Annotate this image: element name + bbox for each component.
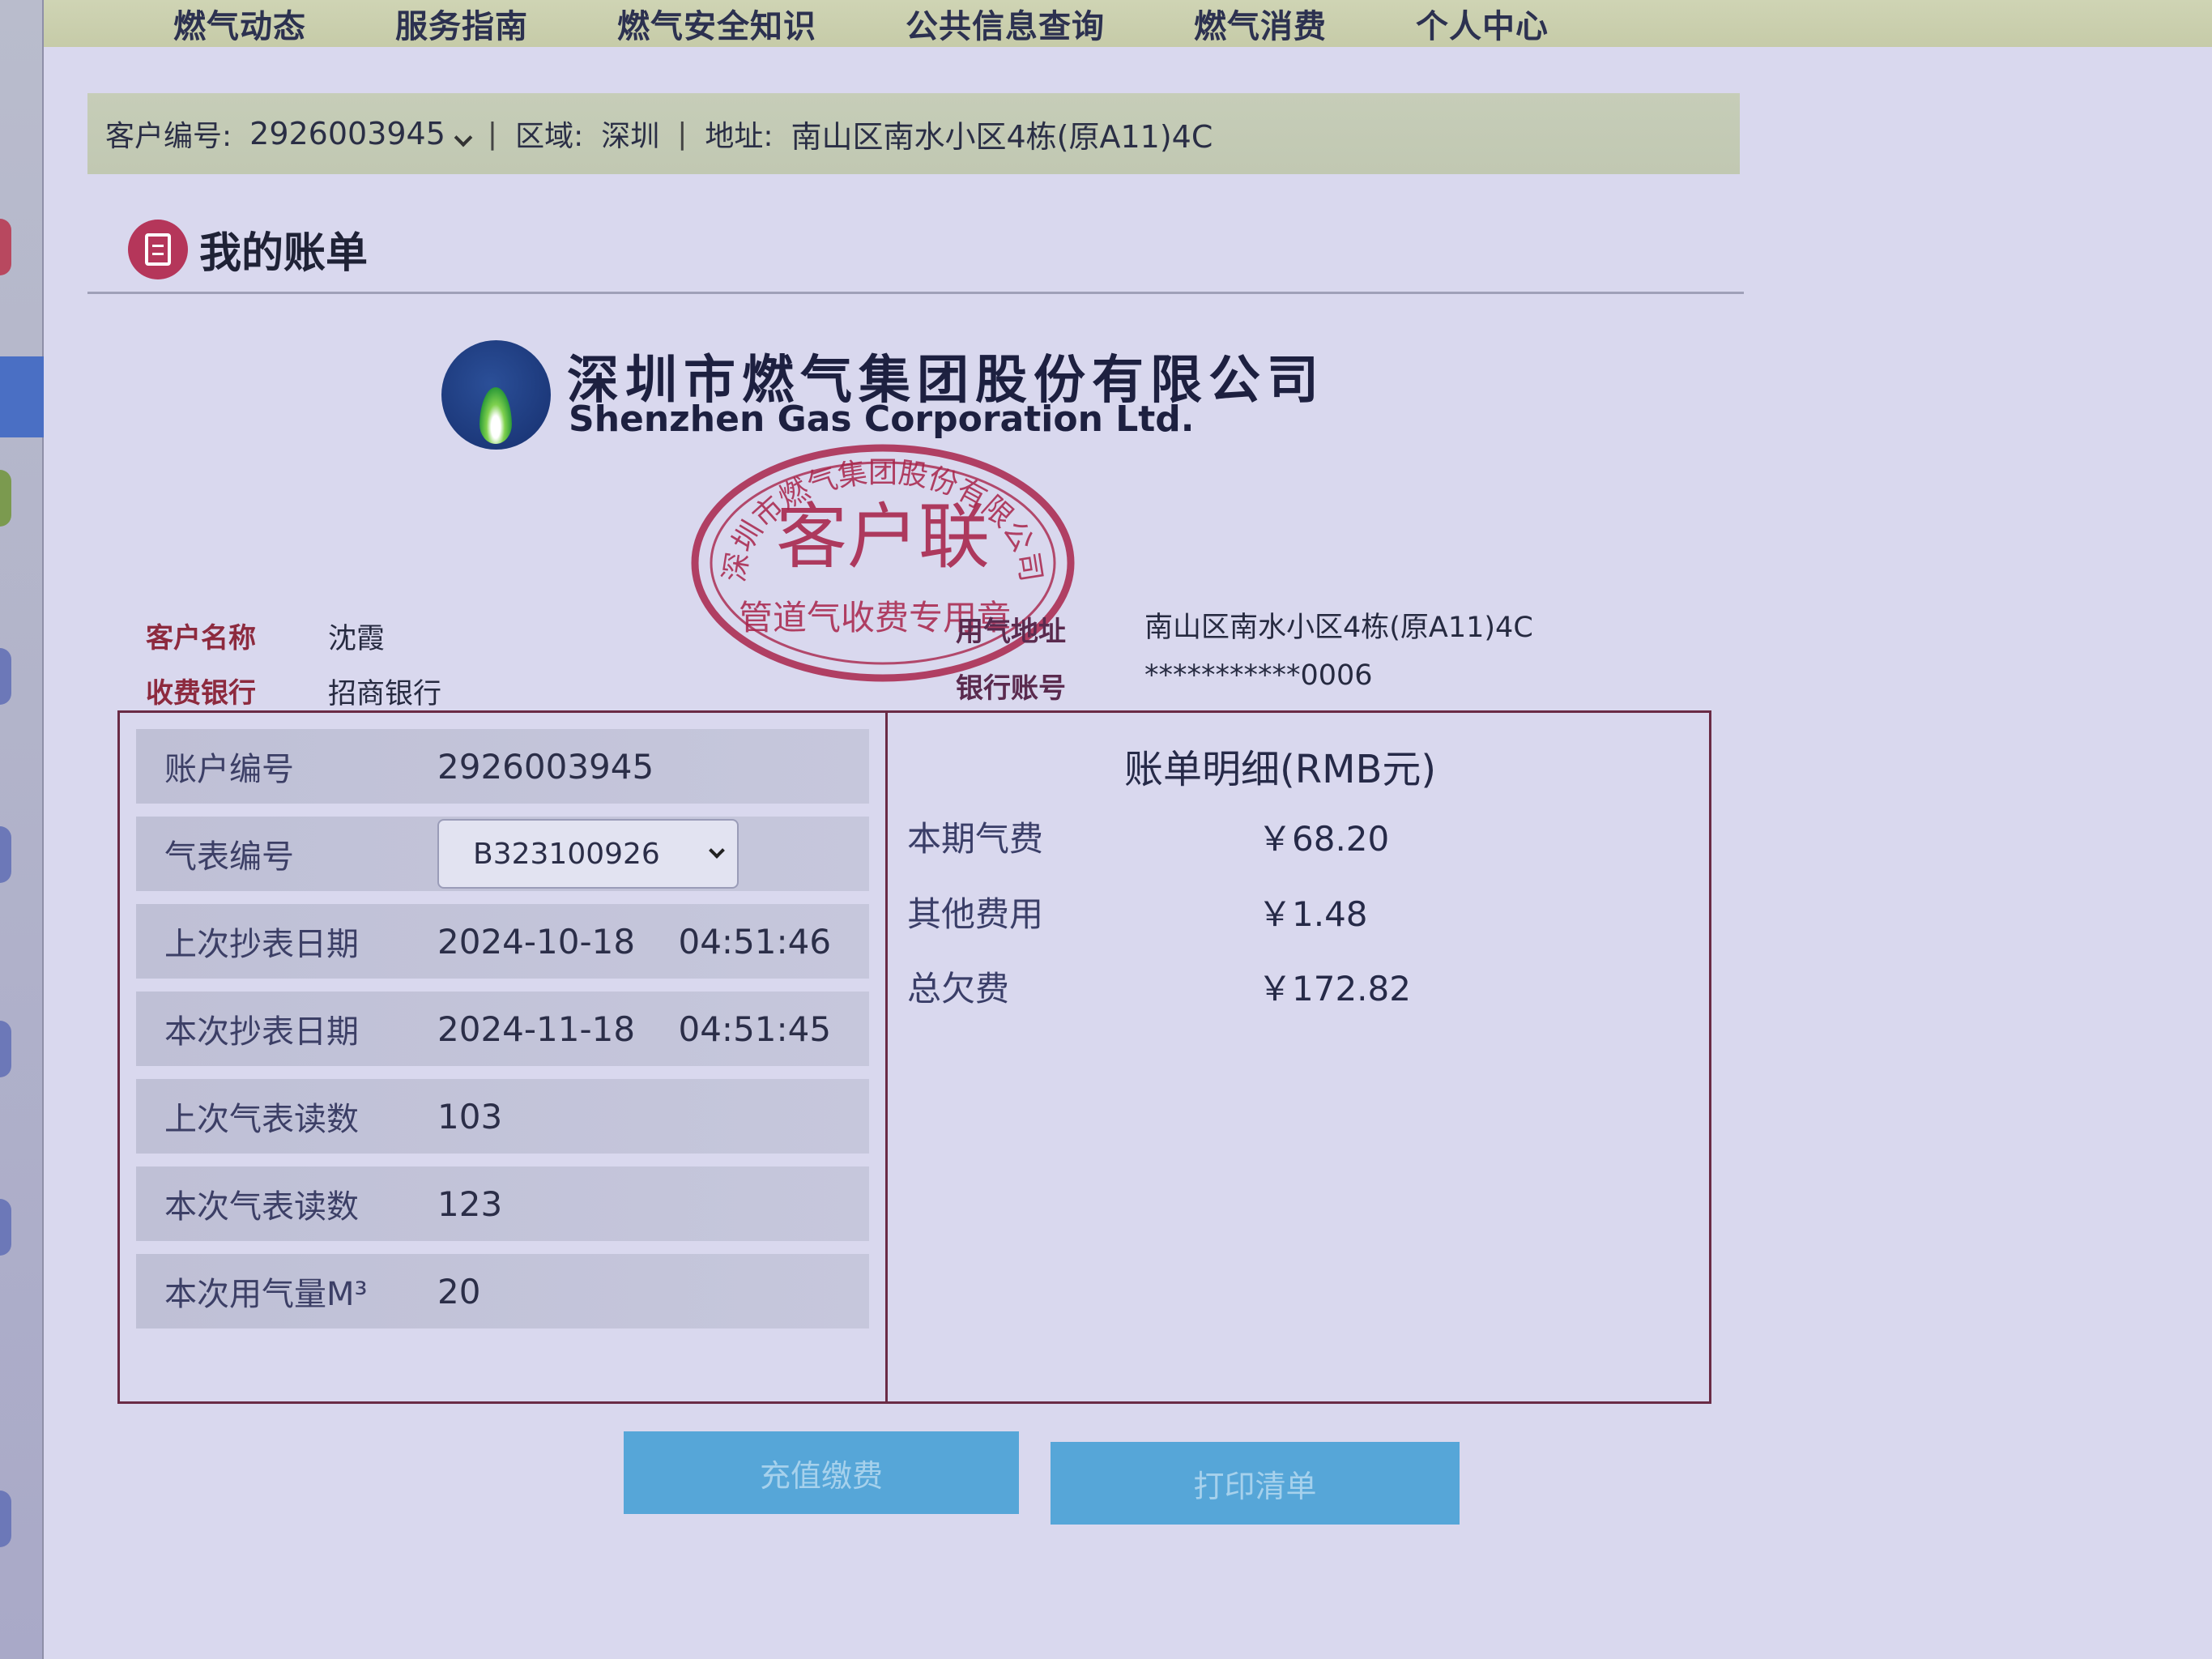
customer-name-value: 沈霞 bbox=[328, 623, 386, 655]
bill-list-icon bbox=[128, 219, 188, 279]
sidebar-icon[interactable] bbox=[0, 1491, 11, 1547]
account-no-row: 账户编号 2926003945 bbox=[136, 729, 869, 804]
bill-panel: 账户编号 2926003945 气表编号 B323100926 上次抄表日期 2… bbox=[117, 710, 1711, 1404]
top-nav-bar: 燃气动态 服务指南 燃气安全知识 公共信息查询 燃气消费 个人中心 bbox=[44, 0, 2212, 47]
last-read-date-row: 上次抄表日期 2024-10-18 04:51:46 bbox=[136, 904, 869, 979]
total-owed-label: 总欠费 bbox=[907, 969, 1010, 1009]
bill-info-list: 账户编号 2926003945 气表编号 B323100926 上次抄表日期 2… bbox=[136, 729, 869, 1341]
this-reading-value: 123 bbox=[437, 1183, 503, 1224]
sidebar-icon[interactable] bbox=[0, 1021, 11, 1077]
stamp-center-text: 客户联 bbox=[776, 495, 990, 578]
nav-item-gas-news[interactable]: 燃气动态 bbox=[173, 0, 306, 47]
sidebar-icon[interactable] bbox=[0, 1199, 11, 1256]
gas-address-value: 南山区南水小区4栋(原A11)4C bbox=[1144, 612, 1533, 644]
this-read-date-label: 本次抄表日期 bbox=[164, 1013, 359, 1051]
meter-no-row: 气表编号 B323100926 bbox=[136, 817, 869, 891]
last-read-date-label: 上次抄表日期 bbox=[164, 926, 359, 963]
left-sidebar bbox=[0, 0, 44, 1659]
this-reading-label: 本次气表读数 bbox=[164, 1188, 359, 1226]
meter-no-select[interactable]: B323100926 bbox=[437, 819, 739, 889]
sidebar-icon[interactable] bbox=[0, 470, 11, 527]
bank-label: 收费银行 bbox=[146, 677, 256, 710]
region-value: 深圳 bbox=[601, 120, 660, 153]
section-divider bbox=[87, 292, 1744, 294]
nav-item-gas-consumption[interactable]: 燃气消费 bbox=[1194, 0, 1327, 47]
usage-label: 本次用气量M³ bbox=[164, 1276, 368, 1313]
address-label: 地址: bbox=[705, 120, 774, 153]
nav-item-safety-knowledge[interactable]: 燃气安全知识 bbox=[617, 0, 816, 47]
sidebar-icon[interactable] bbox=[0, 648, 11, 705]
company-name-en: Shenzhen Gas Corporation Ltd. bbox=[569, 399, 1195, 440]
this-read-date-value: 2024-11-18 04:51:45 bbox=[437, 1009, 832, 1049]
this-reading-row: 本次气表读数 123 bbox=[136, 1166, 869, 1241]
other-fee-value: ￥1.48 bbox=[1258, 894, 1368, 934]
address-value: 南山区南水小区4栋(原A11)4C bbox=[791, 118, 1213, 155]
page-title: 我的账单 bbox=[199, 229, 369, 278]
print-list-button[interactable]: 打印清单 bbox=[1051, 1442, 1460, 1525]
usage-row: 本次用气量M³ 20 bbox=[136, 1254, 869, 1328]
main-nav: 燃气动态 服务指南 燃气安全知识 公共信息查询 燃气消费 个人中心 bbox=[173, 0, 1549, 47]
section-header: 我的账单 bbox=[128, 219, 368, 279]
customer-no-value: 2926003945 bbox=[249, 116, 445, 151]
meter-no-value: B323100926 bbox=[473, 837, 660, 871]
customer-no-label: 客户编号: bbox=[105, 120, 232, 153]
bill-detail-title: 账单明细(RMB元) bbox=[1124, 747, 1437, 792]
account-no-value: 2926003945 bbox=[437, 746, 654, 787]
region-label: 区域: bbox=[515, 120, 584, 153]
separator: | bbox=[677, 117, 688, 151]
other-fee-label: 其他费用 bbox=[907, 894, 1044, 934]
customer-name-label: 客户名称 bbox=[146, 622, 256, 655]
chevron-down-icon bbox=[709, 842, 725, 859]
chevron-down-icon bbox=[454, 128, 473, 147]
total-owed-value: ￥172.82 bbox=[1258, 969, 1411, 1009]
usage-value: 20 bbox=[437, 1271, 481, 1311]
bank-account-label: 银行账号 bbox=[956, 672, 1066, 705]
panel-divider bbox=[885, 713, 888, 1401]
nav-item-personal-center[interactable]: 个人中心 bbox=[1416, 0, 1549, 47]
customer-no-dropdown[interactable]: 2926003945 bbox=[249, 116, 473, 151]
separator: | bbox=[487, 117, 498, 151]
gas-fee-value: ￥68.20 bbox=[1258, 819, 1390, 859]
sidebar-active-item[interactable] bbox=[0, 356, 44, 437]
nav-item-public-info[interactable]: 公共信息查询 bbox=[906, 0, 1105, 47]
account-no-label: 账户编号 bbox=[164, 751, 294, 788]
last-reading-value: 103 bbox=[437, 1096, 503, 1137]
bank-account-value: ***********0006 bbox=[1144, 659, 1373, 692]
nav-item-service-guide[interactable]: 服务指南 bbox=[395, 0, 528, 47]
last-reading-row: 上次气表读数 103 bbox=[136, 1079, 869, 1154]
gas-fee-label: 本期气费 bbox=[907, 819, 1044, 859]
last-read-date-value: 2024-10-18 04:51:46 bbox=[437, 921, 832, 962]
last-reading-label: 上次气表读数 bbox=[164, 1101, 359, 1138]
account-bar: 客户编号: 2926003945 | 区域: 深圳 | 地址: 南山区南水小区4… bbox=[87, 93, 1740, 174]
recharge-button[interactable]: 充值缴费 bbox=[624, 1431, 1019, 1514]
bank-value: 招商银行 bbox=[328, 678, 442, 710]
sidebar-icon[interactable] bbox=[0, 219, 11, 275]
gas-address-label: 用气地址 bbox=[956, 616, 1066, 648]
meter-no-label: 气表编号 bbox=[164, 838, 294, 876]
sidebar-icon[interactable] bbox=[0, 826, 11, 883]
this-read-date-row: 本次抄表日期 2024-11-18 04:51:45 bbox=[136, 992, 869, 1066]
